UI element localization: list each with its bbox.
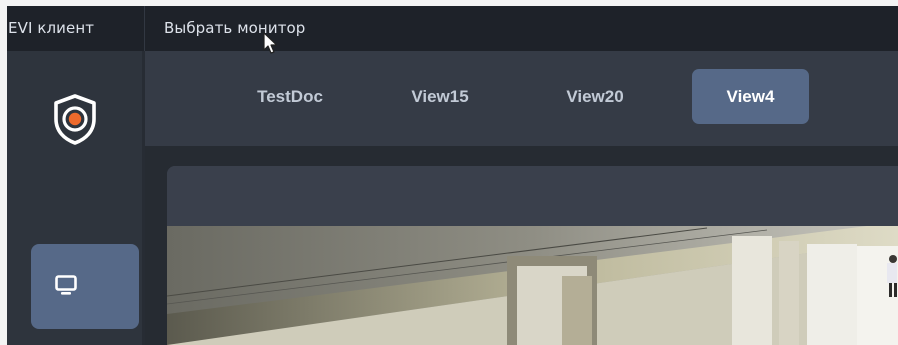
tab-view20[interactable]: View20 xyxy=(550,69,640,124)
sidebar xyxy=(7,51,142,345)
camera-video-frame[interactable] xyxy=(167,226,898,345)
menu-divider xyxy=(144,6,145,51)
camera-view-panel xyxy=(167,166,898,345)
menu-select-monitor[interactable]: Выбрать монитор xyxy=(164,19,305,37)
tab-view4[interactable]: View4 xyxy=(692,69,809,124)
app-window: EVI клиент Выбрать монитор TestDoc View1… xyxy=(7,6,898,345)
monitor-icon xyxy=(55,275,77,295)
mouse-cursor-icon xyxy=(263,32,278,54)
tab-view15[interactable]: View15 xyxy=(400,69,480,124)
camera-view-header xyxy=(167,166,898,226)
menu-bar: EVI клиент Выбрать монитор xyxy=(7,6,898,51)
tab-testdoc[interactable]: TestDoc xyxy=(235,69,345,124)
view-tab-bar: TestDoc View15 View20 View4 xyxy=(145,51,898,146)
menu-evi-client[interactable]: EVI клиент xyxy=(8,19,94,37)
shield-camera-logo-icon xyxy=(54,94,96,145)
sidebar-item-monitor[interactable] xyxy=(31,244,139,329)
